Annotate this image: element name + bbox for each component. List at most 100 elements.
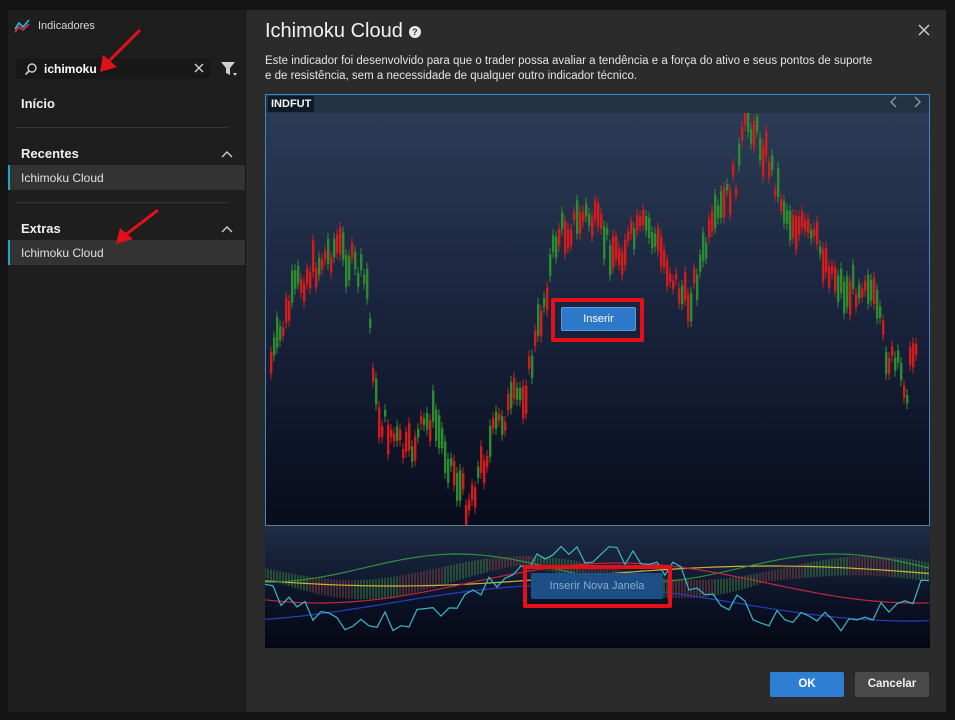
candle (795, 209, 798, 256)
candle (582, 205, 585, 228)
chart-topbar (266, 95, 929, 113)
annotation-arrow-icon (116, 208, 159, 244)
candle (315, 261, 318, 294)
candle (693, 262, 696, 290)
candle (729, 184, 732, 221)
close-icon[interactable] (916, 22, 932, 38)
candle (606, 222, 609, 241)
candle (417, 423, 420, 444)
candle (903, 379, 906, 404)
candle (408, 417, 411, 457)
candle (552, 229, 555, 259)
candle (585, 197, 588, 223)
candle (627, 225, 630, 248)
candle (789, 204, 792, 247)
candle (372, 362, 375, 388)
section-header-recent[interactable]: Recentes (8, 146, 245, 164)
help-icon[interactable]: ? (408, 25, 421, 38)
sidebar-item-label: Ichimoku Cloud (21, 171, 104, 185)
chevron-up-icon[interactable] (221, 224, 233, 234)
candle (735, 183, 738, 202)
candle (444, 435, 447, 479)
candle (468, 493, 471, 517)
candle (276, 311, 279, 354)
candle (405, 426, 408, 458)
cancel-button[interactable]: Cancelar (855, 672, 929, 697)
candle (780, 192, 783, 217)
chevron-left-icon[interactable] (888, 95, 900, 109)
candle (351, 237, 354, 265)
home-link[interactable]: Início (21, 96, 55, 111)
candle (597, 197, 600, 233)
sidebar-item-ichimoku-recent[interactable]: Ichimoku Cloud (8, 165, 245, 190)
indicator-title-label: Ichimoku Cloud (265, 20, 403, 42)
candle (909, 341, 912, 371)
candle (384, 403, 387, 423)
candle (303, 277, 306, 308)
candle (723, 181, 726, 223)
candle (708, 212, 711, 244)
candle (846, 270, 849, 314)
candle (678, 282, 681, 310)
candle (702, 226, 705, 268)
filter-icon[interactable] (220, 60, 238, 78)
candle (669, 267, 672, 289)
candle (870, 273, 873, 307)
candle (531, 349, 534, 384)
candle (366, 262, 369, 305)
candle (720, 185, 723, 224)
candle (327, 232, 330, 270)
candle (411, 440, 414, 468)
clear-search-icon[interactable] (192, 61, 206, 75)
candle (537, 297, 540, 342)
candle (819, 240, 822, 261)
chevron-up-icon[interactable] (221, 149, 233, 159)
candle (741, 121, 744, 147)
candle (876, 283, 879, 325)
candle (774, 183, 777, 202)
candle (873, 271, 876, 311)
candle (474, 481, 477, 514)
candle (852, 258, 855, 295)
candle (483, 454, 486, 490)
candle (609, 239, 612, 282)
indicator-logo-icon (14, 19, 30, 33)
candle (813, 222, 816, 243)
insert-new-window-button[interactable]: Inserir Nova Janela (531, 573, 663, 599)
divider (16, 202, 228, 203)
candle (690, 286, 693, 328)
candle (390, 423, 393, 444)
candle (387, 418, 390, 461)
chevron-right-icon[interactable] (911, 95, 923, 109)
insert-button[interactable]: Inserir (561, 307, 636, 331)
candle (711, 204, 714, 238)
candle (519, 381, 522, 407)
ok-button[interactable]: OK (770, 672, 844, 697)
candle (615, 230, 618, 266)
candle (654, 227, 657, 253)
app-title-label: Indicadores (38, 20, 95, 32)
candle (579, 206, 582, 240)
candle (414, 430, 417, 467)
candle (423, 412, 426, 432)
candle (495, 405, 498, 435)
candle (651, 226, 654, 255)
candle (525, 379, 528, 420)
candle (600, 208, 603, 235)
candle (534, 324, 537, 353)
candle (792, 209, 795, 244)
candle (549, 248, 552, 282)
candle (360, 248, 363, 277)
indicator-description: Este indicador foi desenvolvido para que… (265, 55, 873, 82)
candle (588, 207, 591, 232)
candle (375, 372, 378, 411)
candle (339, 221, 342, 261)
candle (492, 411, 495, 435)
candle (660, 230, 663, 273)
candle (591, 210, 594, 243)
candle (324, 245, 327, 266)
candle (318, 251, 321, 281)
candle (516, 381, 519, 406)
candle (462, 467, 465, 496)
candle (618, 242, 621, 272)
